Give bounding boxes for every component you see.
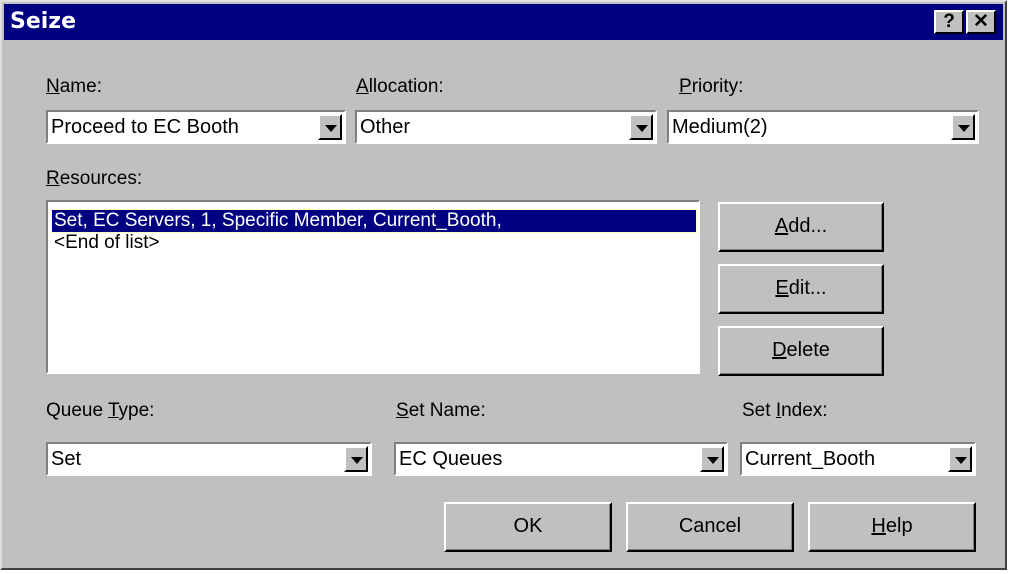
edit-button[interactable]: Edit... [718, 264, 884, 314]
delete-button[interactable]: Delete [718, 326, 884, 376]
priority-label: Priority: [679, 76, 744, 97]
set-name-label: Set Name: [396, 400, 486, 421]
close-icon[interactable]: ✕ [966, 10, 996, 34]
window-title: Seize [10, 9, 77, 34]
help-title-button[interactable]: ? [934, 10, 964, 34]
chevron-down-icon[interactable] [629, 114, 653, 140]
title-bar[interactable]: Seize ? ✕ [4, 4, 1003, 40]
add-button[interactable]: Add... [718, 202, 884, 252]
queue-type-value: Set [51, 448, 82, 470]
name-combo[interactable]: Proceed to EC Booth [46, 110, 346, 144]
list-item[interactable]: <End of list> [52, 232, 162, 254]
priority-value: Medium(2) [672, 116, 768, 138]
seize-dialog: Seize ? ✕ Name: Proceed to EC Booth Allo… [0, 0, 1007, 570]
set-name-combo[interactable]: EC Queues [394, 442, 728, 476]
cancel-button[interactable]: Cancel [626, 502, 794, 552]
allocation-label: Allocation: [356, 76, 444, 97]
name-label: Name: [46, 76, 102, 97]
chevron-down-icon[interactable] [344, 446, 368, 472]
set-index-combo[interactable]: Current_Booth [740, 442, 976, 476]
chevron-down-icon[interactable] [951, 114, 975, 140]
set-name-value: EC Queues [399, 448, 503, 470]
allocation-combo[interactable]: Other [355, 110, 657, 144]
chevron-down-icon[interactable] [318, 114, 342, 140]
queue-type-label: Queue Type: [46, 400, 155, 421]
queue-type-combo[interactable]: Set [46, 442, 372, 476]
priority-combo[interactable]: Medium(2) [667, 110, 979, 144]
chevron-down-icon[interactable] [700, 446, 724, 472]
help-button[interactable]: Help [808, 502, 976, 552]
chevron-down-icon[interactable] [948, 446, 972, 472]
resources-list[interactable]: Set, EC Servers, 1, Specific Member, Cur… [46, 200, 700, 374]
resources-label: Resources: [46, 168, 143, 189]
set-index-value: Current_Booth [745, 448, 876, 470]
allocation-value: Other [360, 116, 411, 138]
name-value: Proceed to EC Booth [51, 116, 239, 138]
set-index-label: Set Index: [742, 400, 828, 421]
ok-button[interactable]: OK [444, 502, 612, 552]
list-item[interactable]: Set, EC Servers, 1, Specific Member, Cur… [51, 209, 697, 233]
